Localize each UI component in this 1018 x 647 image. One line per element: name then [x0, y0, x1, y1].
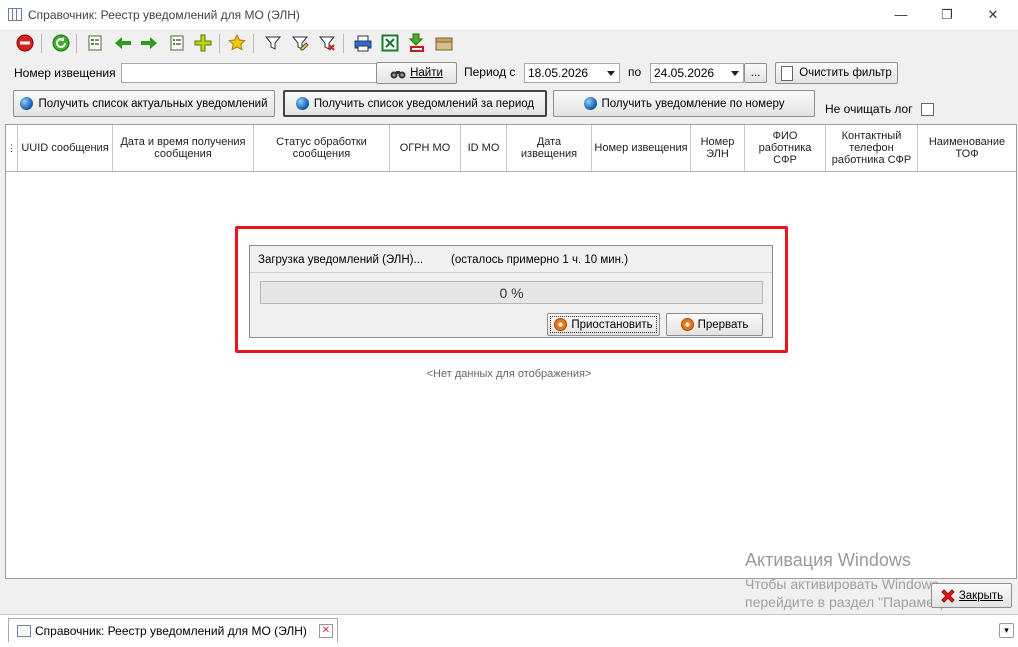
progress-dialog: Загрузка уведомлений (ЭЛН)... (осталось …: [249, 245, 773, 338]
minimize-button[interactable]: —: [878, 0, 924, 30]
clear-filter-button[interactable]: Очистить фильтр: [775, 62, 898, 84]
abort-button-label: Прервать: [697, 318, 749, 331]
get-notice-by-number-button[interactable]: Получить уведомление по номеру: [553, 90, 815, 117]
refresh-icon[interactable]: [50, 32, 72, 54]
favorite-icon[interactable]: [226, 32, 248, 54]
chevron-down-icon: [607, 71, 615, 76]
globe-icon: [583, 97, 597, 110]
list-icon[interactable]: [166, 32, 188, 54]
column-header[interactable]: Наименование ТОФ: [918, 125, 1016, 171]
filter-icon[interactable]: [262, 32, 284, 54]
table-icon: [8, 8, 22, 21]
archive-icon[interactable]: [433, 32, 455, 54]
close-icon: [941, 588, 955, 603]
column-header[interactable]: Статус обработки сообщения: [254, 125, 390, 171]
get-current-notices-button[interactable]: Получить список актуальных уведомлений: [13, 90, 275, 117]
get-notice-by-number-label: Получить уведомление по номеру: [601, 97, 785, 110]
binoculars-icon: [390, 71, 406, 79]
column-header[interactable]: ФИО работника СФР: [745, 125, 826, 171]
title-bar: Справочник: Реестр уведомлений для МО (Э…: [0, 0, 1018, 31]
column-header[interactable]: Дата извещения: [507, 125, 592, 171]
notice-number-label: Номер извещения: [14, 66, 116, 80]
pause-button[interactable]: Приостановить: [547, 313, 660, 336]
find-button[interactable]: Найти: [376, 62, 457, 84]
close-button[interactable]: Закрыть: [931, 583, 1012, 608]
pause-button-label: Приостановить: [571, 318, 653, 331]
get-period-notices-label: Получить список уведомлений за период: [313, 97, 535, 110]
progress-percent: 0 %: [499, 285, 524, 301]
date-to-value: 24.05.2026: [654, 66, 715, 80]
tab-bar: Справочник: Реестр уведомлений для МО (Э…: [0, 614, 1018, 647]
chevron-down-icon[interactable]: ▾: [999, 623, 1014, 638]
period-from-label: Период с: [464, 65, 516, 79]
grid-empty-text: <Нет данных для отображения>: [426, 368, 592, 380]
tab-close-icon[interactable]: ✕: [319, 624, 333, 638]
stop-icon[interactable]: [14, 32, 36, 54]
progress-bar: 0 %: [260, 281, 763, 304]
find-button-label: Найти: [410, 67, 443, 79]
date-to-picker[interactable]: 24.05.2026: [650, 63, 744, 83]
column-header[interactable]: Номер ЭЛН: [691, 125, 745, 171]
print-icon[interactable]: [352, 32, 374, 54]
column-header[interactable]: Контактный телефон работника СФР: [826, 125, 918, 171]
globe-icon: [295, 97, 309, 110]
column-chooser-icon[interactable]: ⋮: [6, 125, 18, 171]
table-icon: [17, 625, 31, 637]
add-icon[interactable]: [192, 32, 214, 54]
period-select-button[interactable]: ...: [744, 63, 767, 83]
close-window-button[interactable]: ✕: [970, 0, 1016, 30]
progress-remaining-time: (осталось примерно 1 ч. 10 мин.): [451, 254, 629, 266]
grid-header: ⋮ UUID сообщения Дата и время получения …: [6, 125, 1016, 172]
column-header[interactable]: UUID сообщения: [18, 125, 113, 171]
filter-clear-icon[interactable]: [316, 32, 338, 54]
period-to-label: по: [628, 65, 642, 79]
window-title: Справочник: Реестр уведомлений для МО (Э…: [28, 8, 300, 22]
filter-edit-icon[interactable]: [289, 32, 311, 54]
restore-button[interactable]: ❐: [924, 0, 970, 30]
notice-number-input[interactable]: [121, 63, 383, 83]
column-header[interactable]: ID МО: [461, 125, 507, 171]
tab-label: Справочник: Реестр уведомлений для МО (Э…: [35, 624, 307, 638]
close-button-label: Закрыть: [958, 589, 1004, 602]
arrow-left-icon[interactable]: [112, 32, 134, 54]
column-header[interactable]: Дата и время получения сообщения: [113, 125, 254, 171]
date-from-picker[interactable]: 18.05.2026: [524, 63, 620, 83]
pause-icon: [554, 318, 568, 331]
column-header[interactable]: ОГРН МО: [390, 125, 461, 171]
document-icon: [781, 65, 794, 81]
toolbar: [0, 30, 1018, 57]
chevron-down-icon: [731, 71, 739, 76]
abort-button[interactable]: Прервать: [666, 313, 763, 336]
export-xml-icon[interactable]: [406, 32, 428, 54]
get-period-notices-button[interactable]: Получить список уведомлений за период: [283, 90, 547, 117]
excel-icon[interactable]: [379, 32, 401, 54]
no-clear-log-checkbox[interactable]: [921, 103, 934, 116]
no-clear-log-label: Не очищать лог: [825, 102, 913, 116]
columns-icon[interactable]: [84, 32, 106, 54]
tab-notices-registry[interactable]: Справочник: Реестр уведомлений для МО (Э…: [8, 618, 338, 642]
progress-title: Загрузка уведомлений (ЭЛН)...: [258, 254, 424, 266]
arrow-right-icon[interactable]: [138, 32, 160, 54]
activation-title: Активация Windows: [745, 550, 911, 570]
progress-dialog-header: Загрузка уведомлений (ЭЛН)... (осталось …: [250, 246, 772, 273]
get-current-notices-label: Получить список актуальных уведомлений: [38, 97, 268, 110]
clear-filter-label: Очистить фильтр: [799, 67, 892, 79]
column-header[interactable]: Номер извещения: [592, 125, 691, 171]
date-from-value: 18.05.2026: [528, 66, 589, 80]
stop-icon: [680, 318, 694, 331]
globe-icon: [20, 97, 34, 110]
